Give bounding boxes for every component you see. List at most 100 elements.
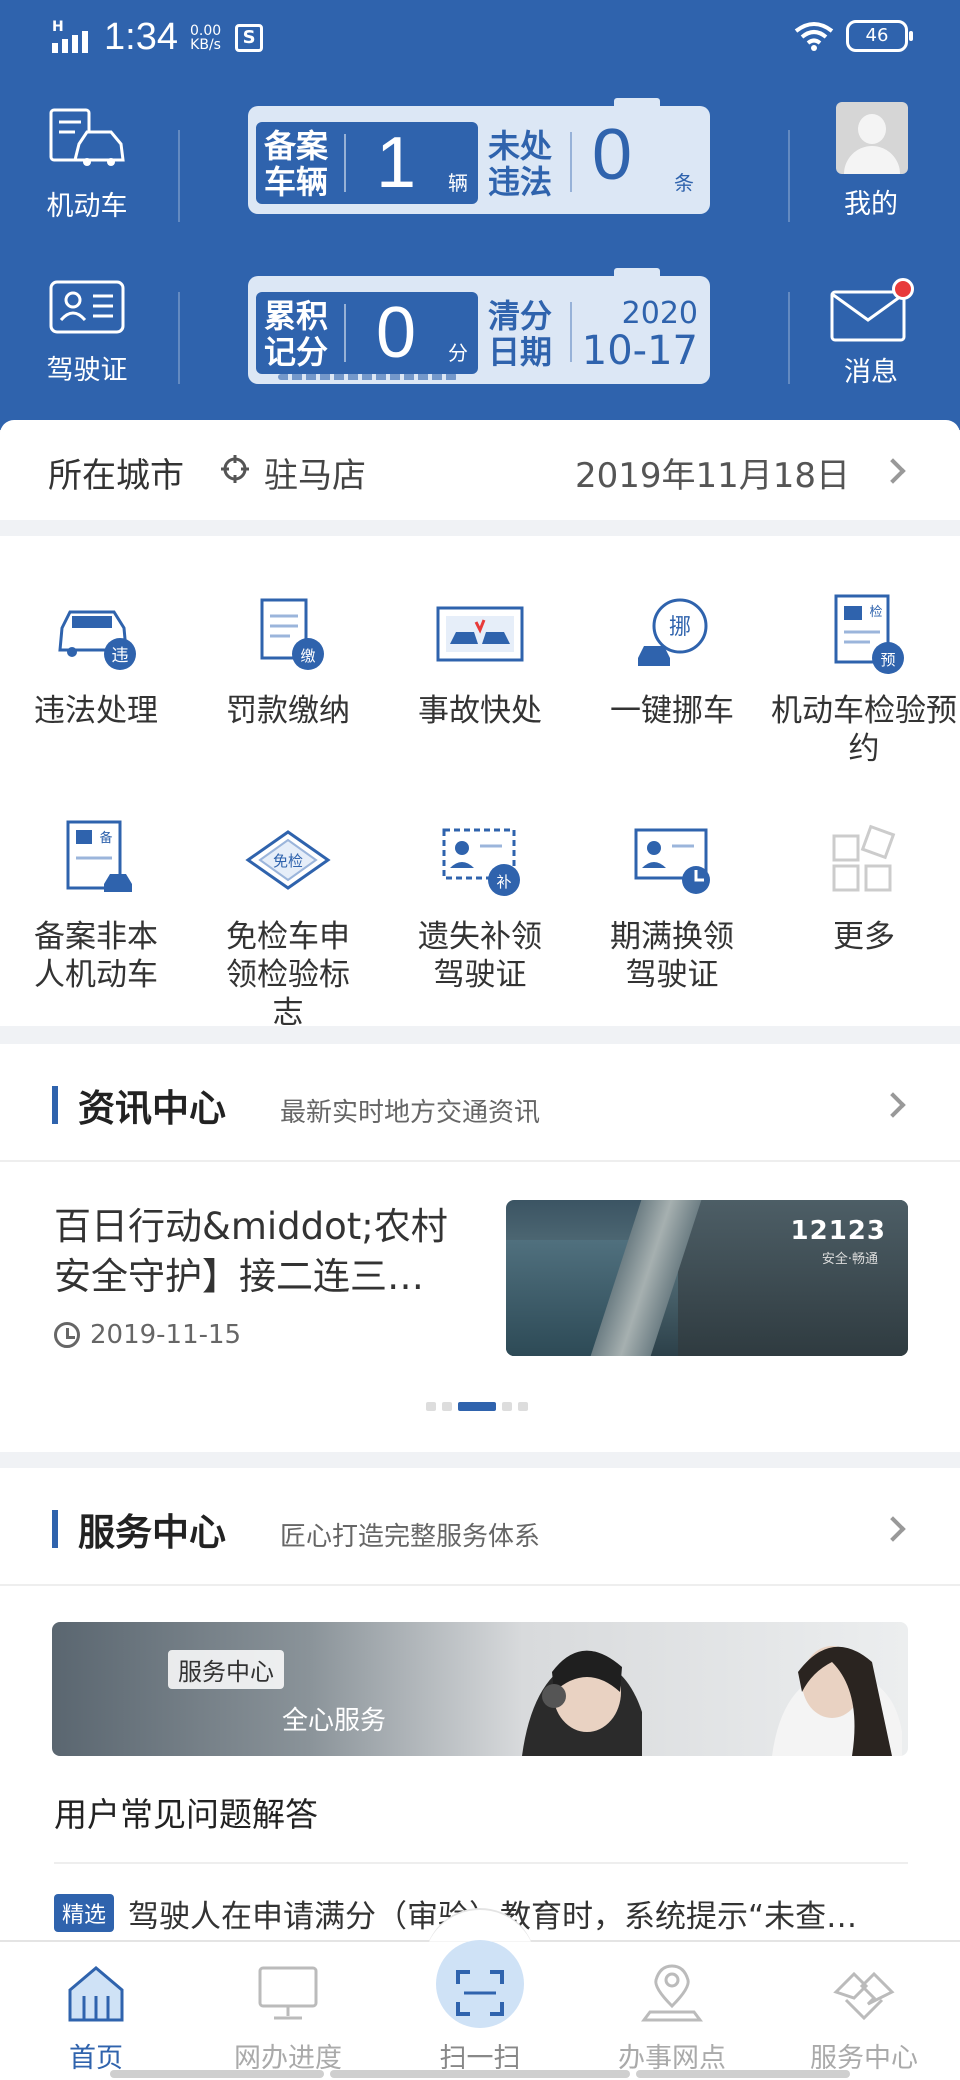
renew-license-icon [634, 828, 710, 894]
car-violation-icon: 违 [58, 610, 136, 670]
svg-text:检: 检 [869, 605, 882, 620]
service-renew-license[interactable]: 期满换领驾驶证 [576, 818, 768, 994]
home-icon [68, 1966, 124, 2022]
signal-icon: H [52, 19, 98, 57]
locate-icon [221, 455, 249, 483]
points-summary-card[interactable]: 累积 记分 0 分 清分 日期 2020 10-17 [248, 268, 710, 384]
clock-time: 1:34 [104, 16, 178, 58]
news-title: 资讯中心 [78, 1087, 226, 1130]
profile-label: 我的 [844, 189, 898, 220]
nav-scan[interactable]: 扫一扫 [384, 1940, 576, 2075]
accumulated-points: 累积 记分 0 分 [256, 292, 478, 374]
nav-service-center[interactable]: 服务中心 [768, 1962, 960, 2075]
services-grid: 违 违法处理 缴 罚款缴纳 事故快处 挪 一键挪车 检 预 机动车检验预约 备 … [0, 536, 960, 1031]
wifi-icon [794, 22, 834, 51]
banner-subtitle: 全心服务 [282, 1706, 387, 1736]
unread-badge [892, 278, 914, 300]
message-icon[interactable] [830, 290, 906, 342]
service-violation[interactable]: 违 违法处理 [0, 592, 192, 730]
network-speed: 0.00 KB/s [189, 22, 222, 53]
service-move-car[interactable]: 挪 一键挪车 [576, 592, 768, 730]
news-section: 资讯中心 最新实时地方交通资讯 百日行动&middot;农村安全守护】接二连三…… [0, 1044, 960, 1452]
fine-payment-icon: 缴 [260, 598, 324, 670]
svg-text:缴: 缴 [300, 647, 315, 665]
license-tile[interactable]: 驾驶证 [12, 276, 162, 387]
agent-photo [522, 1650, 642, 1756]
faq-title[interactable]: 用户常见问题解答 [54, 1788, 318, 1836]
news-header[interactable]: 资讯中心 最新实时地方交通资讯 [0, 1044, 960, 1162]
bottom-nav: 首页 网办进度 扫一扫 办事网点 服务中心 [0, 1908, 960, 2080]
news-subtitle: 最新实时地方交通资讯 [280, 1098, 541, 1128]
register-vehicle-icon: 备 [66, 820, 132, 892]
chevron-right-icon [880, 458, 906, 484]
message-tile[interactable]: 消息 [796, 344, 946, 389]
image-brand: 12123 [790, 1216, 886, 1246]
license-tile-label: 驾驶证 [46, 355, 128, 386]
carousel-pager[interactable] [426, 1402, 528, 1411]
message-label: 消息 [844, 357, 898, 388]
gesture-bar [0, 2070, 960, 2080]
vehicle-summary-card[interactable]: 备案 车辆 1 辆 未处 违法 0 条 [248, 98, 710, 214]
nav-home[interactable]: 首页 [0, 1962, 192, 2075]
image-slogan: 安全·畅通 [821, 1252, 878, 1267]
unhandled-violations-label: 未处 违法 [488, 127, 553, 201]
service-exempt-inspection[interactable]: 免检 免检车申领检验标志 [192, 818, 384, 1032]
nav-offices[interactable]: 办事网点 [576, 1962, 768, 2075]
clear-date-label: 清分 日期 [488, 297, 553, 371]
agent-photo-2 [772, 1646, 902, 1756]
vehicle-tile[interactable]: 机动车 [12, 104, 162, 223]
clear-date-year: 2020 [621, 296, 698, 331]
reissue-license-icon: 补 [442, 828, 520, 896]
banner-tag: 服务中心 [168, 1650, 284, 1689]
svg-text:违: 违 [112, 646, 129, 666]
news-headline[interactable]: 百日行动&middot;农村安全守护】接二连三… [54, 1202, 474, 1302]
unhandled-violations-count: 0 [592, 115, 633, 195]
monitor-icon [258, 1966, 318, 2020]
vehicle-tile-label: 机动车 [46, 191, 128, 222]
city-row[interactable]: 所在城市 驻马店 2019年11月18日 [0, 420, 960, 520]
svg-text:免检: 免检 [273, 852, 303, 870]
vehicle-icon [49, 108, 125, 166]
avatar[interactable] [836, 102, 908, 174]
nav-progress[interactable]: 网办进度 [192, 1962, 384, 2075]
registered-vehicles: 备案 车辆 1 辆 [256, 122, 478, 204]
city-label: 所在城市 [48, 456, 184, 496]
exempt-inspection-icon: 免检 [245, 830, 331, 890]
registered-vehicles-count: 1 [376, 123, 417, 203]
service-center-subtitle: 匠心打造完整服务体系 [280, 1522, 541, 1552]
svg-text:补: 补 [496, 873, 511, 891]
chevron-right-icon [880, 1092, 906, 1118]
move-car-icon: 挪 [638, 598, 708, 666]
city-name[interactable]: 驻马店 [264, 448, 366, 497]
service-center-title: 服务中心 [78, 1511, 226, 1554]
license-icon [49, 280, 125, 334]
accident-icon [436, 606, 524, 662]
service-accident[interactable]: 事故快处 [384, 592, 576, 730]
battery-icon: 46 [846, 20, 913, 52]
inspection-appointment-icon: 检 预 [834, 594, 904, 674]
service-banner[interactable]: 服务中心 全心服务 [52, 1622, 908, 1756]
status-bar: H 1:34 0.00 KB/s S 46 [0, 0, 960, 76]
accumulated-points-value: 0 [376, 293, 417, 373]
current-date: 2019年11月18日 [574, 456, 850, 496]
svg-text:备: 备 [99, 830, 112, 846]
app-notification-icon: S [235, 23, 264, 52]
service-fine[interactable]: 缴 罚款缴纳 [192, 592, 384, 730]
profile-tile[interactable]: 我的 [796, 176, 946, 221]
service-reissue-license[interactable]: 补 遗失补领驾驶证 [384, 818, 576, 994]
svg-text:预: 预 [880, 651, 895, 669]
handshake-icon [833, 1971, 895, 2021]
chevron-right-icon [880, 1516, 906, 1542]
clock-icon [54, 1322, 80, 1348]
svg-text:挪: 挪 [669, 615, 691, 640]
service-center-section: 服务中心 匠心打造完整服务体系 服务中心 全心服务 用户常见问题解答 精选 驾驶… [0, 1468, 960, 1948]
news-image[interactable]: 12123 安全·畅通 [506, 1200, 908, 1356]
service-inspection[interactable]: 检 预 机动车检验预约 [768, 592, 960, 768]
news-date: 2019-11-15 [54, 1320, 241, 1350]
scan-icon [456, 1970, 504, 2016]
service-more[interactable]: 更多 [768, 818, 960, 956]
more-icon [832, 824, 896, 892]
service-center-header[interactable]: 服务中心 匠心打造完整服务体系 [0, 1468, 960, 1586]
header: H 1:34 0.00 KB/s S 46 机动车 驾驶证 备案 车辆 1 辆 … [0, 0, 960, 430]
service-register-vehicle[interactable]: 备 备案非本人机动车 [0, 818, 192, 994]
